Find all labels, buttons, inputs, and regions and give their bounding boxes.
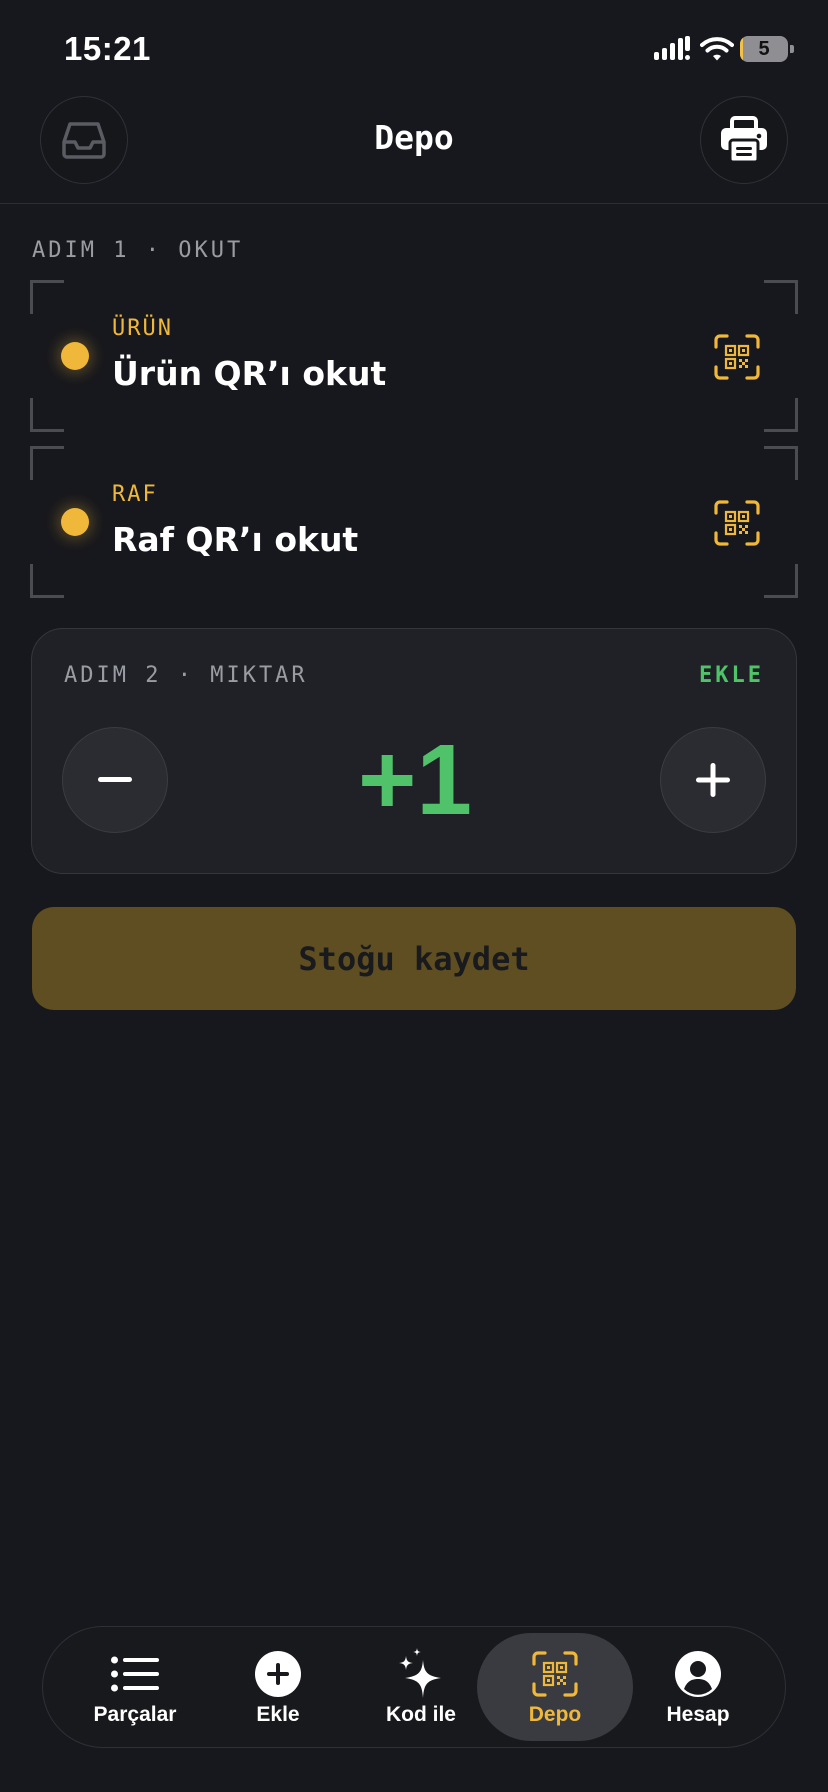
- tab-by-code[interactable]: Kod ile: [343, 1633, 499, 1741]
- printer-icon: [721, 116, 767, 164]
- tab-bar: Parçalar Ekle Kod ile Depo Hesap: [42, 1626, 786, 1748]
- step1-label: ADIM 1 · OKUT: [32, 238, 244, 263]
- list-icon: [111, 1656, 159, 1692]
- status-dot: [61, 508, 89, 536]
- scan-product-title: Ürün QR’ı okut: [112, 354, 387, 393]
- tab-parts[interactable]: Parçalar: [57, 1633, 213, 1741]
- status-time: 15:21: [64, 30, 151, 67]
- battery-level-text: 5: [758, 38, 770, 60]
- battery-indicator: 5: [740, 36, 794, 62]
- tab-account[interactable]: Hesap: [620, 1633, 776, 1741]
- tab-add[interactable]: Ekle: [200, 1633, 356, 1741]
- tab-label: Hesap: [666, 1703, 730, 1726]
- tab-label: Parçalar: [93, 1703, 177, 1726]
- save-stock-button[interactable]: Stoğu kaydet: [32, 907, 796, 1010]
- scan-shelf-tag: RAF: [112, 482, 158, 507]
- warehouse-screen: 15:21 5 Depo ADIM 1 · OKUT ÜRÜN Ürün QR’…: [0, 0, 828, 1792]
- step2-label: ADIM 2 · MIKTAR: [64, 663, 308, 688]
- scan-shelf-card[interactable]: RAF Raf QR’ı okut: [30, 446, 798, 598]
- plus-icon: [696, 763, 730, 797]
- scan-product-card[interactable]: ÜRÜN Ürün QR’ı okut: [30, 280, 798, 432]
- tab-label: Depo: [528, 1703, 582, 1726]
- tab-label: Ekle: [256, 1703, 300, 1726]
- qr-scan-icon[interactable]: [714, 500, 760, 546]
- scan-shelf-title: Raf QR’ı okut: [112, 520, 359, 559]
- header: Depo: [0, 96, 828, 204]
- tab-label: Kod ile: [385, 1703, 456, 1726]
- status-dot: [61, 342, 89, 370]
- sparkles-icon: [399, 1648, 441, 1698]
- account-icon: [675, 1651, 721, 1697]
- add-mode-label[interactable]: EKLE: [699, 663, 764, 688]
- status-bar: 15:21 5: [0, 0, 828, 96]
- wifi-icon: [700, 37, 734, 61]
- tab-warehouse[interactable]: Depo: [477, 1633, 633, 1741]
- quantity-card: ADIM 2 · MIKTAR EKLE +1: [31, 628, 797, 874]
- scan-product-tag: ÜRÜN: [112, 316, 173, 341]
- signal-icon: [654, 36, 690, 60]
- qr-scan-icon[interactable]: [714, 334, 760, 380]
- print-button[interactable]: [700, 96, 788, 184]
- plus-circle-icon: [255, 1651, 301, 1697]
- increase-button[interactable]: [660, 727, 766, 833]
- qr-scan-icon: [532, 1651, 578, 1697]
